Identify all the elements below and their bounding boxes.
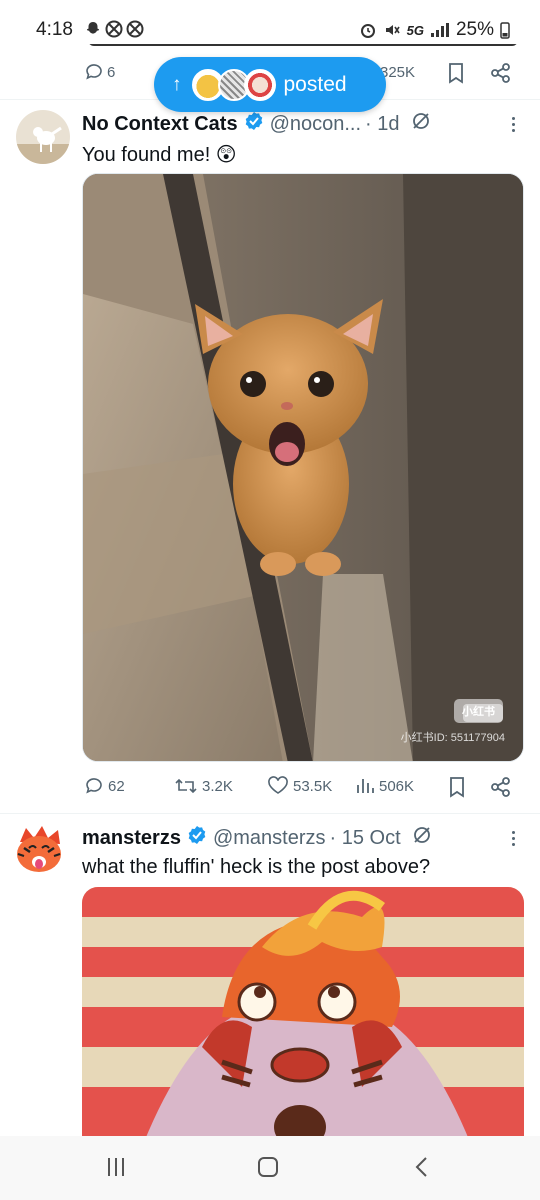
status-time: 4:18 [36,19,73,40]
tweet-divider [0,813,540,814]
chevron-left-icon [415,1157,427,1177]
bookmark-icon [449,63,463,84]
avatar[interactable] [12,824,66,878]
prev-bookmark-button[interactable] [447,62,465,89]
signal-icon [430,23,449,37]
display-name[interactable]: mansterzs [82,827,181,850]
prev-share-button[interactable] [490,62,512,89]
watermark-id: 小红书ID: 551177904 [400,732,505,744]
tweet-image[interactable]: 小红书 小红书ID: 551177904 [82,173,524,762]
xbox-icon [126,20,144,38]
back-button[interactable] [414,1156,428,1185]
like-count: 53.5K [293,777,333,795]
views-button[interactable]: 506K [355,776,414,796]
system-nav-bar [0,1136,540,1200]
home-button[interactable] [258,1157,278,1177]
share-button[interactable] [490,776,512,798]
reply-icon [86,778,102,794]
verified-badge-icon [187,825,207,851]
grok-icon[interactable] [410,110,432,138]
battery-percent: 25% [455,19,494,40]
reply-button[interactable]: 62 [84,776,125,796]
tweet-time[interactable]: · 1d [365,113,399,136]
user-handle[interactable]: @nocon... [270,113,361,136]
bookmark-button[interactable] [448,776,466,798]
repost-button[interactable]: 3.2K [174,776,233,796]
recent-apps-button[interactable] [108,1158,124,1176]
tweet-header: No Context Cats @nocon... · 1d [82,110,432,138]
mute-icon [385,25,400,35]
more-options-icon[interactable] [512,831,516,849]
repost-icon [175,778,197,794]
verified-badge-icon [244,111,264,137]
arrow-up-icon: ↑ [172,73,182,95]
views-count: 506K [379,777,415,795]
like-button[interactable]: 53.5K [267,776,332,796]
xbox-icon [105,20,123,38]
avatar[interactable] [16,110,70,164]
tiger-art-image [82,887,524,1147]
reply-count: 62 [108,777,125,795]
share-icon [491,777,510,797]
views-icon [357,779,374,793]
heart-icon [268,776,288,794]
notification-icons [84,20,144,38]
tiger-avatar-image [17,826,61,872]
tweet-time[interactable]: · 15 Oct [330,827,401,850]
battery-icon [500,22,510,39]
bookmark-icon [450,777,464,798]
cat-photo [83,174,523,761]
snapchat-icon [86,22,100,34]
more-options-icon[interactable] [512,117,516,135]
status-bar: 4:18 5G 25% [0,0,540,44]
tweet-image[interactable] [82,887,524,1147]
watermark-logo: 小红书 [454,699,503,723]
network-type: 5G [406,22,424,38]
pill-label: posted [283,72,347,96]
user-handle[interactable]: @mansterzs [213,827,326,850]
alarm-icon [360,24,375,38]
prev-reply-count: 6 [107,63,116,81]
reply-icon [86,64,102,80]
tweet-text: what the fluffin' heck is the post above… [82,856,431,878]
display-name[interactable]: No Context Cats [82,113,238,136]
tweet-header: mansterzs @mansterzs · 15 Oct [82,824,433,852]
new-posts-pill[interactable]: ↑ posted [154,57,386,112]
tweet-text: You found me! 😲 [82,144,237,166]
share-icon [491,63,510,83]
cat-avatar-image [16,110,70,164]
status-right: 5G 25% [359,19,510,41]
tweet-actions: 62 3.2K 53.5K 506K [0,776,540,806]
prev-reply-button[interactable]: 6 [84,62,115,82]
pill-avatars [191,68,276,101]
repost-count: 3.2K [202,777,233,795]
grok-icon[interactable] [411,824,433,852]
avatar [243,68,276,101]
